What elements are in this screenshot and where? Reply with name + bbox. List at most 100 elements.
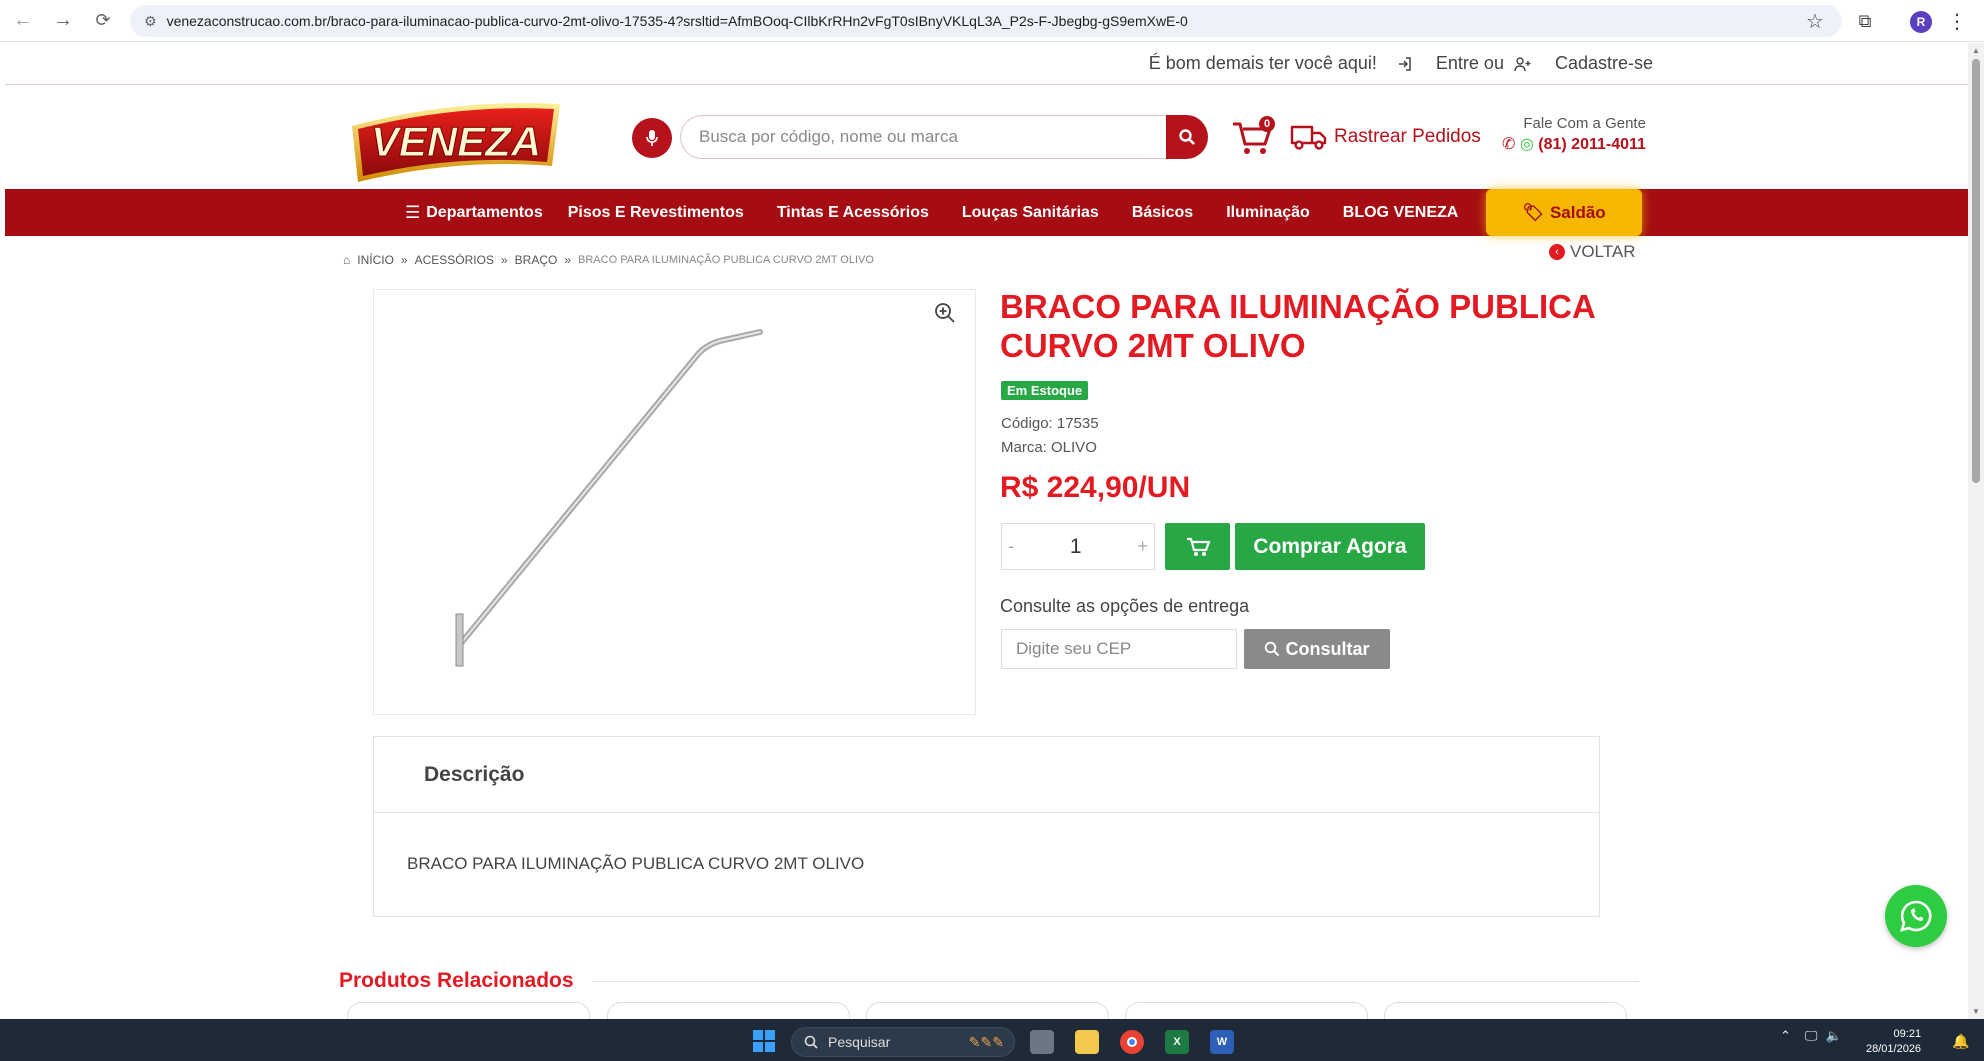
login-link[interactable]: Entre ou xyxy=(1397,53,1504,74)
product-image-box[interactable] xyxy=(373,289,976,715)
welcome-text: É bom demais ter você aqui! xyxy=(1148,53,1377,73)
profile-avatar[interactable]: R xyxy=(1910,11,1932,33)
quantity-value[interactable]: 1 xyxy=(1070,535,1082,559)
nav-saldao[interactable]: 🏷 Saldão xyxy=(1486,189,1642,236)
stock-badge: Em Estoque xyxy=(1001,381,1089,400)
home-icon: ⌂ xyxy=(343,253,351,267)
cart-count-badge: 0 xyxy=(1259,116,1275,132)
signup-link[interactable]: Cadastre-se xyxy=(1514,53,1653,74)
browser-menu-icon[interactable]: ⋮ xyxy=(1942,6,1972,36)
description-text: BRACO PARA ILUMINAÇÃO PUBLICA CURVO 2MT … xyxy=(407,854,865,873)
nav-iluminacao[interactable]: Iluminação xyxy=(1226,204,1310,222)
bookmark-star-icon[interactable]: ☆ xyxy=(1800,6,1830,36)
clock-time: 09:21 xyxy=(1893,1028,1922,1040)
breadcrumb-acessorios[interactable]: ACESSÓRIOS xyxy=(415,253,494,267)
scroll-down-icon[interactable]: ▼ xyxy=(1971,1007,1981,1016)
quantity-decrease-button[interactable]: - xyxy=(1008,536,1014,557)
site-info-icon[interactable]: ⚙ xyxy=(144,13,157,30)
related-products-heading: Produtos Relacionados xyxy=(339,969,1639,993)
add-to-cart-button[interactable] xyxy=(1165,523,1230,570)
related-product-card[interactable] xyxy=(607,1002,850,1019)
task-view-icon[interactable] xyxy=(1030,1030,1054,1054)
search-highlight-icon: ✎✎✎ xyxy=(968,1033,1004,1050)
search-button[interactable] xyxy=(1166,115,1208,159)
related-product-card[interactable] xyxy=(1384,1002,1627,1019)
whatsapp-small-icon: ◎ xyxy=(1519,136,1534,153)
product-brand: Marca: OLIVO xyxy=(1001,439,1097,456)
truck-icon xyxy=(1290,125,1327,150)
chrome-icon[interactable] xyxy=(1120,1030,1144,1054)
taskbar-clock[interactable]: 09:21 28/01/2026 xyxy=(1866,1027,1921,1057)
breadcrumb-braco[interactable]: BRAÇO xyxy=(515,253,558,267)
network-icon[interactable]: 🖵 xyxy=(1805,1028,1818,1044)
product-title: BRACO PARA ILUMINAÇÃO PUBLICA CURVO 2MT … xyxy=(1000,288,1595,364)
buy-now-button[interactable]: Comprar Agora xyxy=(1235,523,1425,570)
veneza-logo[interactable]: VENEZA xyxy=(348,96,566,184)
breadcrumb-separator-icon: » xyxy=(400,253,408,267)
microphone-icon xyxy=(646,130,658,146)
nav-basicos[interactable]: Básicos xyxy=(1132,204,1193,222)
nav-blog[interactable]: BLOG VENEZA xyxy=(1343,204,1459,222)
taskbar-search[interactable]: Pesquisar ✎✎✎ xyxy=(791,1027,1015,1057)
whatsapp-icon xyxy=(1900,900,1932,932)
back-arrow-icon[interactable]: ← xyxy=(6,4,40,38)
nav-pisos[interactable]: Pisos E Revestimentos xyxy=(568,204,744,222)
contact-block: Fale Com a Gente ✆ ◎ (81) 2011-4011 xyxy=(1502,115,1646,154)
nav-tintas[interactable]: Tintas E Acessórios xyxy=(777,204,929,222)
contact-title: Fale Com a Gente xyxy=(1523,115,1646,132)
related-product-card[interactable] xyxy=(1125,1002,1368,1019)
breadcrumb-separator-icon: » xyxy=(564,253,572,267)
nav-loucas[interactable]: Louças Sanitárias xyxy=(962,204,1099,222)
extensions-icon[interactable]: ⧉ xyxy=(1850,6,1880,36)
clock-date: 28/01/2026 xyxy=(1866,1043,1922,1055)
contact-phone[interactable]: ✆ ◎ (81) 2011-4011 xyxy=(1502,134,1646,154)
login-icon xyxy=(1398,56,1411,71)
browser-toolbar: ← → ⟳ ⚙ venezaconstrucao.com.br/braco-pa… xyxy=(0,0,1984,42)
notification-icon[interactable]: 🔔 xyxy=(1952,1033,1969,1050)
excel-icon[interactable]: X xyxy=(1165,1030,1189,1054)
track-orders-link[interactable]: Rastrear Pedidos xyxy=(1290,123,1481,151)
windows-start-icon[interactable] xyxy=(753,1030,775,1052)
menu-icon: ☰ xyxy=(405,202,421,222)
description-tab[interactable]: Descrição xyxy=(374,737,1599,813)
page-scrollbar[interactable]: ▲ ▼ xyxy=(1968,43,1984,1019)
scroll-up-icon[interactable]: ▲ xyxy=(1971,46,1981,55)
address-bar[interactable]: ⚙ venezaconstrucao.com.br/braco-para-ilu… xyxy=(130,5,1842,37)
back-link[interactable]: ‹ VOLTAR xyxy=(1549,242,1636,262)
search-icon xyxy=(804,1035,818,1049)
chevron-up-icon[interactable]: ⌃ xyxy=(1780,1028,1791,1044)
back-circle-icon: ‹ xyxy=(1549,244,1565,260)
url-text: venezaconstrucao.com.br/braco-para-ilumi… xyxy=(166,13,1188,29)
breadcrumb: ⌂ INÍCIO » ACESSÓRIOS » BRAÇO » BRACO PA… xyxy=(343,253,881,267)
quantity-stepper: - 1 + xyxy=(1001,523,1155,570)
quantity-increase-button[interactable]: + xyxy=(1137,536,1148,557)
search-input[interactable] xyxy=(680,115,1176,159)
user-plus-icon xyxy=(1514,56,1531,71)
breadcrumb-home[interactable]: INÍCIO xyxy=(357,253,394,267)
reload-icon[interactable]: ⟳ xyxy=(86,4,120,38)
shipping-label: Consulte as opções de entrega xyxy=(1000,596,1250,616)
volume-icon[interactable]: 🔈 xyxy=(1825,1028,1841,1044)
word-icon[interactable]: W xyxy=(1210,1030,1234,1054)
cep-input[interactable] xyxy=(1001,629,1237,669)
top-welcome-bar: É bom demais ter você aqui! Entre ou Cad… xyxy=(5,43,1968,85)
whatsapp-float-button[interactable] xyxy=(1885,885,1947,947)
file-explorer-icon[interactable] xyxy=(1075,1030,1099,1054)
tag-icon: 🏷 xyxy=(1522,202,1544,222)
search-icon xyxy=(1265,641,1280,657)
cart-icon xyxy=(1186,537,1210,556)
logo-text: VENEZA xyxy=(371,118,541,165)
consult-shipping-button[interactable]: Consultar xyxy=(1244,629,1390,669)
voice-search-button[interactable] xyxy=(632,118,672,158)
nav-departments[interactable]: ☰ Departamentos xyxy=(405,203,543,223)
forward-arrow-icon[interactable]: → xyxy=(46,4,80,38)
description-section: Descrição BRACO PARA ILUMINAÇÃO PUBLICA … xyxy=(373,736,1600,917)
system-tray: ⌃ 🖵 🔈 xyxy=(1780,1028,1842,1044)
scroll-thumb[interactable] xyxy=(1972,59,1980,483)
zoom-icon[interactable] xyxy=(934,302,956,324)
phone-icon: ✆ xyxy=(1502,136,1516,153)
main-navigation: ☰ Departamentos Pisos E Revestimentos Ti… xyxy=(5,189,1968,236)
related-product-card[interactable] xyxy=(866,1002,1109,1019)
product-price: R$ 224,90/UN xyxy=(1000,471,1191,504)
related-product-card[interactable] xyxy=(347,1002,590,1019)
